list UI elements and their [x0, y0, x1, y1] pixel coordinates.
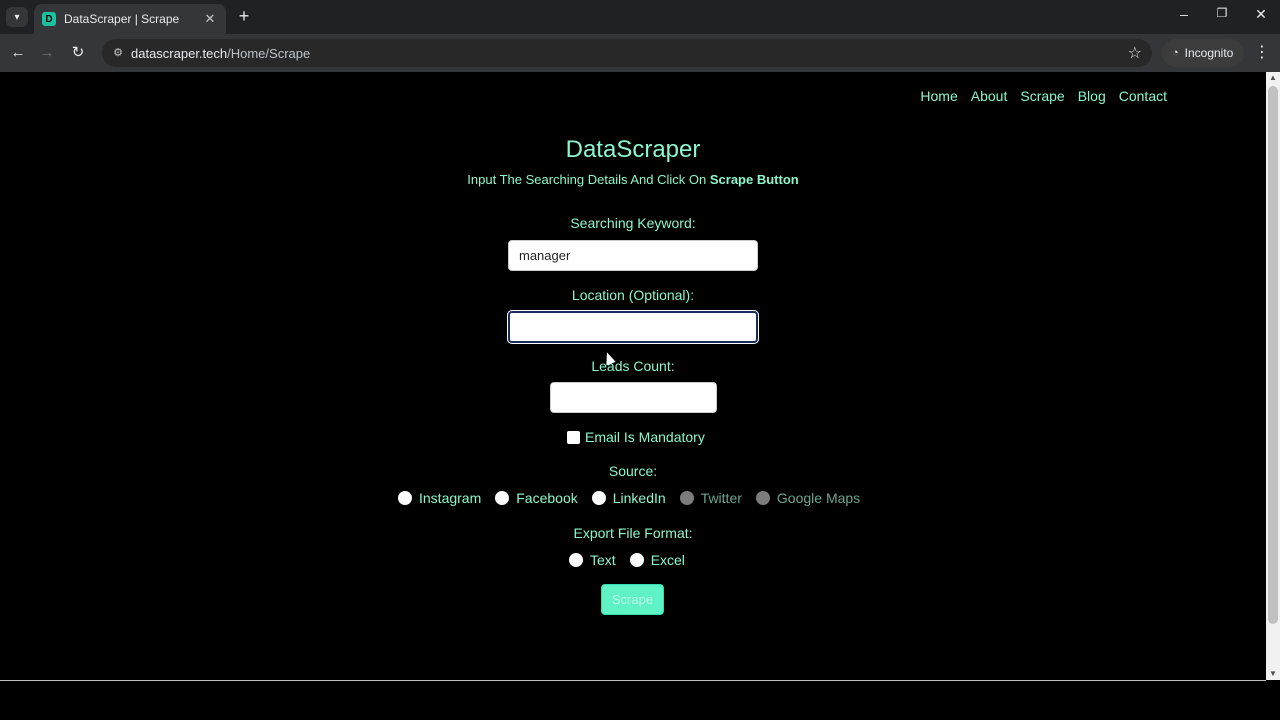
keyword-label: Searching Keyword:	[570, 215, 696, 231]
location-label: Location (Optional):	[571, 287, 695, 303]
browser-toolbar: ← → ↻ ⚙ datascraper.tech/Home/Scrape ☆ ◔…	[0, 34, 1280, 72]
radio-label-twitter: Twitter	[700, 490, 742, 506]
source-option-facebook[interactable]: Facebook	[495, 490, 578, 506]
email-mandatory-label: Email Is Mandatory	[585, 429, 705, 445]
scroll-down-arrow-icon[interactable]: ▼	[1269, 670, 1277, 678]
tab-close-icon[interactable]: ✕	[202, 11, 218, 27]
nav-contact[interactable]: Contact	[1119, 88, 1167, 104]
tab-strip: ▾ D DataScraper | Scrape ✕ + – ❐ ✕	[0, 0, 1280, 34]
scroll-up-arrow-icon[interactable]: ▲	[1269, 74, 1277, 82]
menu-kebab-icon[interactable]: ⋮	[1254, 43, 1270, 63]
radio-label-facebook: Facebook	[516, 490, 578, 506]
page-viewport: Home About Scrape Blog Contact DataScrap…	[0, 72, 1266, 680]
url-host: datascraper.tech	[131, 46, 228, 61]
source-option-instagram[interactable]: Instagram	[398, 490, 481, 506]
bottom-divider	[0, 680, 1266, 681]
new-tab-plus-icon[interactable]: +	[234, 7, 254, 27]
incognito-label: Incognito	[1184, 46, 1234, 60]
subtitle-text: Input The Searching Details And Click On	[467, 172, 710, 187]
back-arrow-icon[interactable]: ←	[8, 43, 28, 63]
scroll-thumb[interactable]	[1268, 86, 1278, 624]
source-radio-group: Instagram Facebook LinkedIn Twitter Goog…	[398, 490, 874, 506]
source-label: Source:	[608, 463, 658, 479]
bookmark-star-icon[interactable]: ☆	[1128, 43, 1142, 63]
forward-arrow-icon[interactable]: →	[37, 43, 57, 63]
restore-icon[interactable]: ❐	[1210, 6, 1234, 20]
address-bar[interactable]: ⚙ datascraper.tech/Home/Scrape ☆	[102, 39, 1152, 67]
url-path: /Home/Scrape	[227, 46, 311, 61]
site-info-icon[interactable]: ⚙	[110, 45, 126, 61]
format-option-text[interactable]: Text	[569, 552, 616, 568]
incognito-icon: ◔	[1172, 47, 1179, 59]
radio-facebook[interactable]	[495, 491, 510, 505]
leads-count-label: Leads Count:	[591, 358, 675, 374]
format-option-excel[interactable]: Excel	[629, 552, 685, 568]
radio-label-excel: Excel	[650, 552, 685, 568]
window-close-icon[interactable]: ✕	[1249, 6, 1273, 23]
source-option-linkedin[interactable]: LinkedIn	[591, 490, 666, 506]
url-text: datascraper.tech/Home/Scrape	[131, 46, 310, 61]
page-subtitle: Input The Searching Details And Click On…	[0, 172, 1266, 187]
nav-home[interactable]: Home	[920, 88, 957, 104]
scrape-button[interactable]: Scrape	[601, 584, 664, 615]
radio-excel[interactable]	[629, 553, 644, 567]
incognito-badge[interactable]: ◔ Incognito	[1162, 39, 1244, 67]
page-title: DataScraper	[565, 136, 701, 163]
nav-blog[interactable]: Blog	[1078, 88, 1106, 104]
nav-about[interactable]: About	[971, 88, 1008, 104]
export-format-label: Export File Format:	[573, 525, 693, 541]
nav-scrape[interactable]: Scrape	[1020, 88, 1064, 104]
radio-label-google-maps: Google Maps	[776, 490, 861, 506]
tab-search-chevron-icon[interactable]: ▾	[6, 7, 28, 27]
minimize-icon[interactable]: –	[1172, 6, 1196, 22]
radio-google-maps	[755, 491, 770, 505]
source-option-google-maps: Google Maps	[755, 490, 861, 506]
subtitle-bold: Scrape Button	[709, 172, 799, 187]
radio-label-linkedin: LinkedIn	[612, 490, 666, 506]
favicon-icon: D	[42, 12, 56, 26]
email-mandatory-checkbox[interactable]	[567, 430, 580, 444]
radio-linkedin[interactable]	[591, 491, 606, 505]
browser-tab[interactable]: D DataScraper | Scrape ✕	[34, 4, 226, 34]
location-input[interactable]	[508, 311, 758, 343]
keyword-input[interactable]	[508, 240, 758, 271]
format-radio-group: Text Excel	[569, 552, 699, 568]
radio-twitter	[679, 491, 694, 505]
radio-label-instagram: Instagram	[419, 490, 482, 506]
site-nav: Home About Scrape Blog Contact	[920, 88, 1167, 104]
radio-text[interactable]	[569, 553, 583, 567]
radio-instagram[interactable]	[398, 491, 412, 505]
email-mandatory-row: Email Is Mandatory	[567, 429, 705, 445]
reload-icon[interactable]: ↻	[68, 43, 88, 63]
leads-count-input[interactable]	[550, 382, 717, 413]
source-option-twitter: Twitter	[679, 490, 742, 506]
page-scrollbar[interactable]: ▲ ▼	[1266, 72, 1280, 680]
radio-label-text: Text	[590, 552, 616, 568]
tab-title: DataScraper | Scrape	[64, 12, 180, 26]
